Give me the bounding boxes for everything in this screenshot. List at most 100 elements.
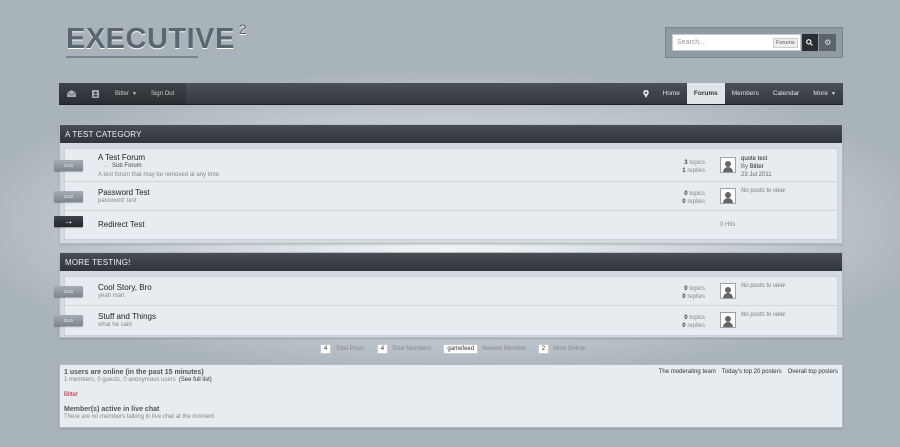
topics-label: topics bbox=[689, 160, 705, 166]
total-posts-value: 4 bbox=[320, 344, 332, 354]
nav-home[interactable]: Home bbox=[656, 83, 687, 104]
user-bar: Bitter ▼ Sign Out bbox=[59, 83, 187, 104]
forum-row: OLD Cool Story, Bro yeah man. 0 topics 0… bbox=[54, 277, 837, 306]
avatar[interactable] bbox=[720, 312, 736, 328]
forum-description: A test forum that may be removed at any … bbox=[98, 172, 220, 178]
forum-stats: 0 topics 0 replies bbox=[682, 190, 705, 206]
user-name: Bitter bbox=[115, 90, 130, 97]
forum-description: password: test bbox=[98, 198, 137, 204]
avatar[interactable] bbox=[720, 157, 736, 173]
search-scope[interactable]: Forums bbox=[773, 38, 798, 48]
total-posts-label: Total Posts bbox=[335, 346, 365, 352]
topics-label: topics bbox=[689, 191, 705, 197]
profile-card-icon[interactable] bbox=[83, 89, 107, 98]
last-post-none: No posts to view bbox=[741, 312, 786, 318]
user-menu[interactable]: Bitter ▼ bbox=[107, 91, 145, 97]
caret-down-icon: ▼ bbox=[831, 90, 836, 97]
top-20-posters-link[interactable]: Today's top 20 posters bbox=[722, 369, 782, 375]
live-chat-status: There are no members talking in live cha… bbox=[64, 414, 215, 420]
nav-forums[interactable]: Forums bbox=[686, 83, 725, 104]
replies-label: replies bbox=[687, 294, 705, 300]
caret-down-icon: ▼ bbox=[132, 90, 137, 97]
replies-label: replies bbox=[687, 168, 705, 174]
online-counts-text: 1 members, 0 guests, 0 anonymous users bbox=[64, 377, 176, 383]
online-user[interactable]: Bitter bbox=[64, 392, 838, 398]
nav-menu: Home Forums Members Calendar More ▼ bbox=[636, 83, 843, 104]
primary-navbar: Bitter ▼ Sign Out Home Forums Members Ca… bbox=[59, 83, 843, 105]
gear-icon: ⚙ bbox=[824, 38, 832, 47]
reply-count: 0 bbox=[682, 199, 686, 205]
logo-text: EXECUTIVE bbox=[66, 23, 235, 55]
last-post-none: No posts to view bbox=[741, 283, 786, 289]
last-post-title[interactable]: quote test bbox=[741, 155, 772, 163]
forum-stats: 0 topics 0 replies bbox=[682, 285, 705, 301]
overall-top-posters-link[interactable]: Overall top posters bbox=[788, 369, 838, 375]
newest-member-label: Newest Member bbox=[482, 346, 526, 352]
forum-status-badge: OLD bbox=[54, 191, 83, 202]
topic-count: 0 bbox=[684, 191, 688, 197]
forum-row: OLD A Test Forum → Sub Forum A test forum… bbox=[54, 149, 837, 182]
total-members-value: 4 bbox=[376, 344, 389, 354]
site-logo[interactable]: EXECUTIVE 2 bbox=[66, 21, 248, 56]
forum-list: OLD A Test Forum → Sub Forum A test forum… bbox=[54, 148, 838, 240]
forum-stats: 0 topics 0 replies bbox=[682, 314, 705, 330]
reply-count: 0 bbox=[682, 323, 686, 329]
forum-title[interactable]: Cool Story, Bro bbox=[98, 283, 152, 292]
board-stats: 4 Total Posts 4 Total Members gamefeed N… bbox=[320, 344, 597, 354]
forum-status-badge: OLD bbox=[54, 315, 83, 326]
last-post-info: quote test By Bitter 23 Jul 2011 bbox=[741, 155, 772, 179]
nav-more-label: More bbox=[813, 90, 829, 97]
map-pin-icon[interactable] bbox=[636, 83, 656, 104]
forum-title[interactable]: Stuff and Things bbox=[98, 312, 156, 321]
search-placeholder: Search... bbox=[677, 39, 706, 46]
last-post-by-label: By bbox=[741, 164, 749, 170]
online-users-panel: 1 users are online (in the past 15 minut… bbox=[59, 364, 843, 428]
forum-status-badge: OLD bbox=[54, 286, 83, 297]
forum-title[interactable]: Redirect Test bbox=[98, 220, 145, 229]
nav-calendar[interactable]: Calendar bbox=[766, 83, 806, 104]
online-users-counts: 1 members, 0 guests, 0 anonymous users (S… bbox=[64, 377, 838, 383]
inbox-icon[interactable] bbox=[59, 90, 83, 97]
forum-description: what he said bbox=[98, 322, 132, 328]
moderating-team-link[interactable]: The moderating team bbox=[659, 369, 716, 375]
search-button[interactable] bbox=[801, 34, 819, 51]
subforum-arrow-icon: → bbox=[102, 163, 108, 169]
topic-count: 0 bbox=[684, 315, 688, 321]
online-links: The moderating team Today's top 20 poste… bbox=[659, 369, 838, 375]
category-title[interactable]: MORE TESTING! bbox=[60, 253, 842, 271]
logo-underline bbox=[66, 56, 198, 58]
topic-count: 0 bbox=[684, 286, 688, 292]
forum-row: OLD Stuff and Things what he said 0 topi… bbox=[54, 306, 837, 335]
replies-label: replies bbox=[687, 199, 705, 205]
forum-row: OLD Password Test password: test 0 topic… bbox=[54, 182, 837, 211]
live-chat-title: Member(s) active in live chat bbox=[64, 406, 160, 413]
replies-label: replies bbox=[687, 323, 705, 329]
category-title[interactable]: A TEST CATEGORY bbox=[60, 125, 842, 143]
topic-count: 3 bbox=[684, 160, 688, 166]
category-a-test-category: A TEST CATEGORY OLD A Test Forum → Sub Fo… bbox=[54, 124, 843, 244]
last-post-user[interactable]: Bitter bbox=[750, 164, 764, 170]
forum-description: yeah man. bbox=[98, 293, 127, 299]
last-post-date: 23 Jul 2011 bbox=[741, 172, 772, 178]
category-more-testing: MORE TESTING! OLD Cool Story, Bro yeah m… bbox=[54, 252, 843, 338]
forum-title[interactable]: A Test Forum bbox=[98, 153, 145, 162]
avatar[interactable] bbox=[720, 188, 736, 204]
nav-more[interactable]: More ▼ bbox=[806, 83, 843, 104]
topics-label: topics bbox=[689, 286, 705, 292]
forum-status-badge: OLD bbox=[54, 160, 83, 171]
see-full-list-link[interactable]: (See full list) bbox=[179, 377, 212, 383]
search-options-button[interactable]: ⚙ bbox=[819, 34, 836, 51]
nav-members[interactable]: Members bbox=[725, 83, 766, 104]
logo-superscript: 2 bbox=[238, 21, 248, 37]
redirect-arrow-icon: → bbox=[54, 216, 83, 227]
search-input[interactable]: Search... Forums bbox=[672, 34, 801, 51]
newest-member-value[interactable]: gamefeed bbox=[443, 344, 479, 354]
subforum-link[interactable]: → Sub Forum bbox=[102, 163, 142, 169]
avatar[interactable] bbox=[720, 283, 736, 299]
forum-list: OLD Cool Story, Bro yeah man. 0 topics 0… bbox=[54, 276, 838, 336]
sign-out-link[interactable]: Sign Out bbox=[145, 91, 180, 97]
most-online-label: Most Online bbox=[553, 346, 586, 352]
search-box: Search... Forums ⚙ bbox=[665, 27, 843, 58]
forum-title[interactable]: Password Test bbox=[98, 188, 150, 197]
total-members-label: Total Members bbox=[392, 346, 432, 352]
